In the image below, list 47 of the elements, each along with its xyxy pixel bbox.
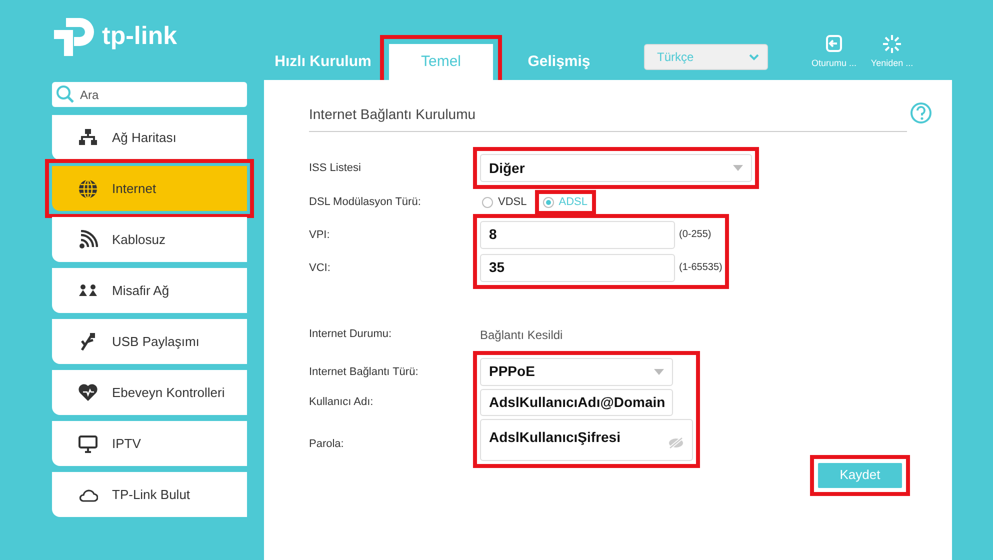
monitor-icon [78, 434, 98, 454]
caret-icon [654, 368, 664, 374]
wifi-icon [78, 230, 98, 250]
eye-slash-icon [668, 436, 684, 448]
usb-icon [78, 332, 98, 352]
sidebar-item[interactable]: TP-Link Bulut [52, 472, 247, 517]
heart-icon [78, 382, 98, 402]
field-label: VPI: [309, 228, 331, 242]
globe-icon [78, 178, 98, 198]
range-hint: (1-65535) [679, 261, 722, 275]
status-value: Bağlantı Kesildi [480, 326, 563, 344]
field-label: DSL Modülasyon Türü: [309, 195, 422, 210]
network-icon [78, 128, 98, 148]
sidebar-item[interactable]: Ebeveyn Kontrolleri [52, 370, 247, 415]
field-label: ISS Listesi [309, 160, 362, 176]
logo-text: tp-link [102, 24, 177, 49]
sidebar-item[interactable]: Kablosuz [52, 217, 247, 262]
field-label: Parola: [309, 436, 345, 452]
field-label: Internet Durumu: [309, 327, 393, 342]
language-value: Türkçe [657, 49, 694, 66]
field-label: Kullanıcı Adı: [309, 394, 374, 410]
sidebar-item[interactable]: Misafir Ağ [52, 268, 247, 313]
radio-button[interactable] [482, 196, 493, 208]
range-hint: (0-255) [679, 228, 712, 242]
input-field[interactable]: 35 [480, 254, 675, 282]
logo-icon [52, 16, 96, 58]
radio-option[interactable]: VDSL [480, 194, 529, 210]
select-field[interactable]: PPPoE [480, 358, 673, 386]
select-field[interactable]: Diğer [480, 154, 752, 182]
sidebar-item[interactable]: Ağ Haritası [52, 115, 247, 160]
radio-button[interactable] [542, 196, 554, 208]
search-field[interactable]: Ara [52, 82, 247, 107]
input-field[interactable]: 8 [480, 220, 675, 248]
logout-icon [824, 34, 844, 54]
caret-icon [733, 165, 743, 171]
caret-icon [749, 54, 759, 60]
help-icon [910, 102, 932, 124]
reboot-icon [882, 34, 902, 54]
input-field[interactable]: AdslKullanıcıAdı@Domain [480, 388, 673, 416]
search-icon [56, 85, 74, 103]
section-title: Internet Bağlantı Kurulumu [309, 104, 907, 132]
sidebar-item[interactable]: USB Paylaşımı [52, 319, 247, 364]
input-field[interactable]: AdslKullanıcıŞifresi [480, 418, 693, 460]
field-label: VCI: [309, 260, 332, 276]
sidebar-item[interactable]: IPTV [52, 421, 247, 466]
field-label: Internet Bağlantı Türü: [309, 364, 420, 380]
sidebar-item[interactable]: Internet [52, 166, 247, 211]
